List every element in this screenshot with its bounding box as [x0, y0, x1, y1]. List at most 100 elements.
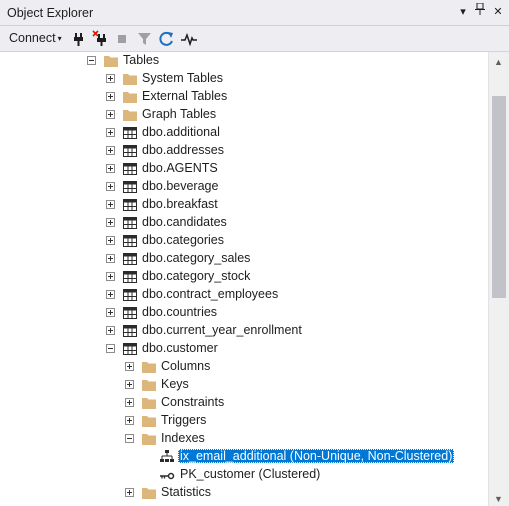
tree-node-constraints[interactable]: Constraints	[0, 394, 488, 412]
tree-node-index-selected[interactable]: ix_email_additional (Non-Unique, Non-Clu…	[0, 448, 488, 466]
expand-icon[interactable]	[106, 74, 115, 83]
window-position-dropdown-icon[interactable]: ▾	[454, 3, 472, 21]
table-icon	[122, 233, 138, 249]
disconnect-icon[interactable]	[92, 30, 110, 48]
expand-icon[interactable]	[106, 272, 115, 281]
expand-icon[interactable]	[106, 200, 115, 209]
tree-node-table[interactable]: dbo.current_year_enrollment	[0, 322, 488, 340]
expand-icon[interactable]	[106, 110, 115, 119]
expand-icon[interactable]	[125, 380, 134, 389]
tree-node-index[interactable]: PK_customer (Clustered)	[0, 466, 488, 484]
tree-node-label: External Tables	[142, 89, 228, 103]
table-icon	[122, 161, 138, 177]
scrollbar-thumb[interactable]	[492, 96, 506, 298]
folder-icon	[141, 413, 157, 429]
tree-node-triggers[interactable]: Triggers	[0, 412, 488, 430]
connect-dropdown-icon[interactable]: ▾	[58, 34, 62, 43]
connect-button[interactable]: Connect ▾	[9, 31, 62, 45]
folder-icon	[103, 53, 119, 69]
connect-label: Connect	[9, 31, 56, 45]
tree-node-table[interactable]: dbo.contract_employees	[0, 286, 488, 304]
tree-node-table-customer[interactable]: dbo.customer	[0, 340, 488, 358]
filter-icon[interactable]	[136, 30, 154, 48]
collapse-icon[interactable]	[106, 344, 115, 353]
expand-icon[interactable]	[106, 290, 115, 299]
stop-icon[interactable]	[114, 30, 132, 48]
tree-node-label: Statistics	[161, 485, 212, 499]
tree-node-label: Constraints	[161, 395, 225, 409]
folder-icon	[141, 431, 157, 447]
tree-node-table[interactable]: dbo.candidates	[0, 214, 488, 232]
folder-icon	[141, 395, 157, 411]
table-icon	[122, 179, 138, 195]
table-icon	[122, 341, 138, 357]
tree-node-table[interactable]: dbo.additional	[0, 124, 488, 142]
folder-icon	[122, 71, 138, 87]
refresh-icon[interactable]	[158, 30, 176, 48]
expand-icon[interactable]	[106, 182, 115, 191]
expand-icon[interactable]	[106, 92, 115, 101]
scroll-up-icon[interactable]: ▲	[494, 57, 503, 67]
table-icon	[122, 143, 138, 159]
expand-icon[interactable]	[125, 362, 134, 371]
tree-node-label: ix_email_additional (Non-Unique, Non-Clu…	[178, 449, 455, 463]
tree-node-table[interactable]: dbo.category_sales	[0, 250, 488, 268]
folder-icon	[122, 89, 138, 105]
pin-icon[interactable]	[471, 2, 489, 21]
tree-node-label: dbo.customer	[142, 341, 218, 355]
tree-node-label: dbo.breakfast	[142, 197, 218, 211]
connect-icon[interactable]	[70, 30, 88, 48]
activity-monitor-icon[interactable]	[180, 30, 198, 48]
expand-icon[interactable]	[106, 164, 115, 173]
tree-node-keys[interactable]: Keys	[0, 376, 488, 394]
object-explorer-tree: Tables System Tables External Tables Gra…	[0, 52, 488, 506]
scroll-down-icon[interactable]: ▼	[494, 494, 503, 504]
tree-node-table[interactable]: dbo.beverage	[0, 178, 488, 196]
collapse-icon[interactable]	[125, 434, 134, 443]
folder-icon	[141, 377, 157, 393]
tree-node-label: Keys	[161, 377, 189, 391]
expand-icon[interactable]	[106, 128, 115, 137]
tree-node-label: dbo.beverage	[142, 179, 219, 193]
expand-icon[interactable]	[125, 398, 134, 407]
tree-node-graph-tables[interactable]: Graph Tables	[0, 106, 488, 124]
tree-node-label: System Tables	[142, 71, 224, 85]
expand-icon[interactable]	[125, 488, 134, 497]
folder-icon	[141, 359, 157, 375]
vertical-scrollbar[interactable]: ▲ ▼	[488, 52, 509, 506]
tree-node-label: dbo.countries	[142, 305, 218, 319]
tree-node-label: Graph Tables	[142, 107, 217, 121]
tree-node-label: dbo.additional	[142, 125, 220, 139]
tree-node-system-tables[interactable]: System Tables	[0, 70, 488, 88]
tree-node-indexes[interactable]: Indexes	[0, 430, 488, 448]
tree-node-table[interactable]: dbo.categories	[0, 232, 488, 250]
tree-node-table[interactable]: dbo.category_stock	[0, 268, 488, 286]
tree-node-label: dbo.categories	[142, 233, 225, 247]
tree-node-table[interactable]: dbo.AGENTS	[0, 160, 488, 178]
tree-node-label: dbo.addresses	[142, 143, 225, 157]
tree-node-tables[interactable]: Tables	[0, 52, 488, 70]
title-bar: Object Explorer ▾ ✕	[0, 0, 509, 26]
tree-node-statistics[interactable]: Statistics	[0, 484, 488, 502]
expand-icon[interactable]	[106, 146, 115, 155]
expand-icon[interactable]	[125, 416, 134, 425]
expand-icon[interactable]	[106, 254, 115, 263]
close-icon[interactable]: ✕	[489, 3, 507, 21]
table-icon	[122, 197, 138, 213]
window-title: Object Explorer	[7, 6, 94, 20]
tree-node-label: dbo.current_year_enrollment	[142, 323, 302, 337]
tree-node-label: dbo.category_stock	[142, 269, 251, 283]
tree-node-table[interactable]: dbo.addresses	[0, 142, 488, 160]
tree-node-columns[interactable]: Columns	[0, 358, 488, 376]
collapse-icon[interactable]	[87, 56, 96, 65]
tree-node-external-tables[interactable]: External Tables	[0, 88, 488, 106]
tree-node-table[interactable]: dbo.breakfast	[0, 196, 488, 214]
table-icon	[122, 251, 138, 267]
expand-icon[interactable]	[106, 218, 115, 227]
expand-icon[interactable]	[106, 236, 115, 245]
tree-node-table[interactable]: dbo.countries	[0, 304, 488, 322]
expand-icon[interactable]	[106, 326, 115, 335]
expand-icon[interactable]	[106, 308, 115, 317]
nonclustered-index-icon	[159, 449, 175, 465]
table-icon	[122, 305, 138, 321]
